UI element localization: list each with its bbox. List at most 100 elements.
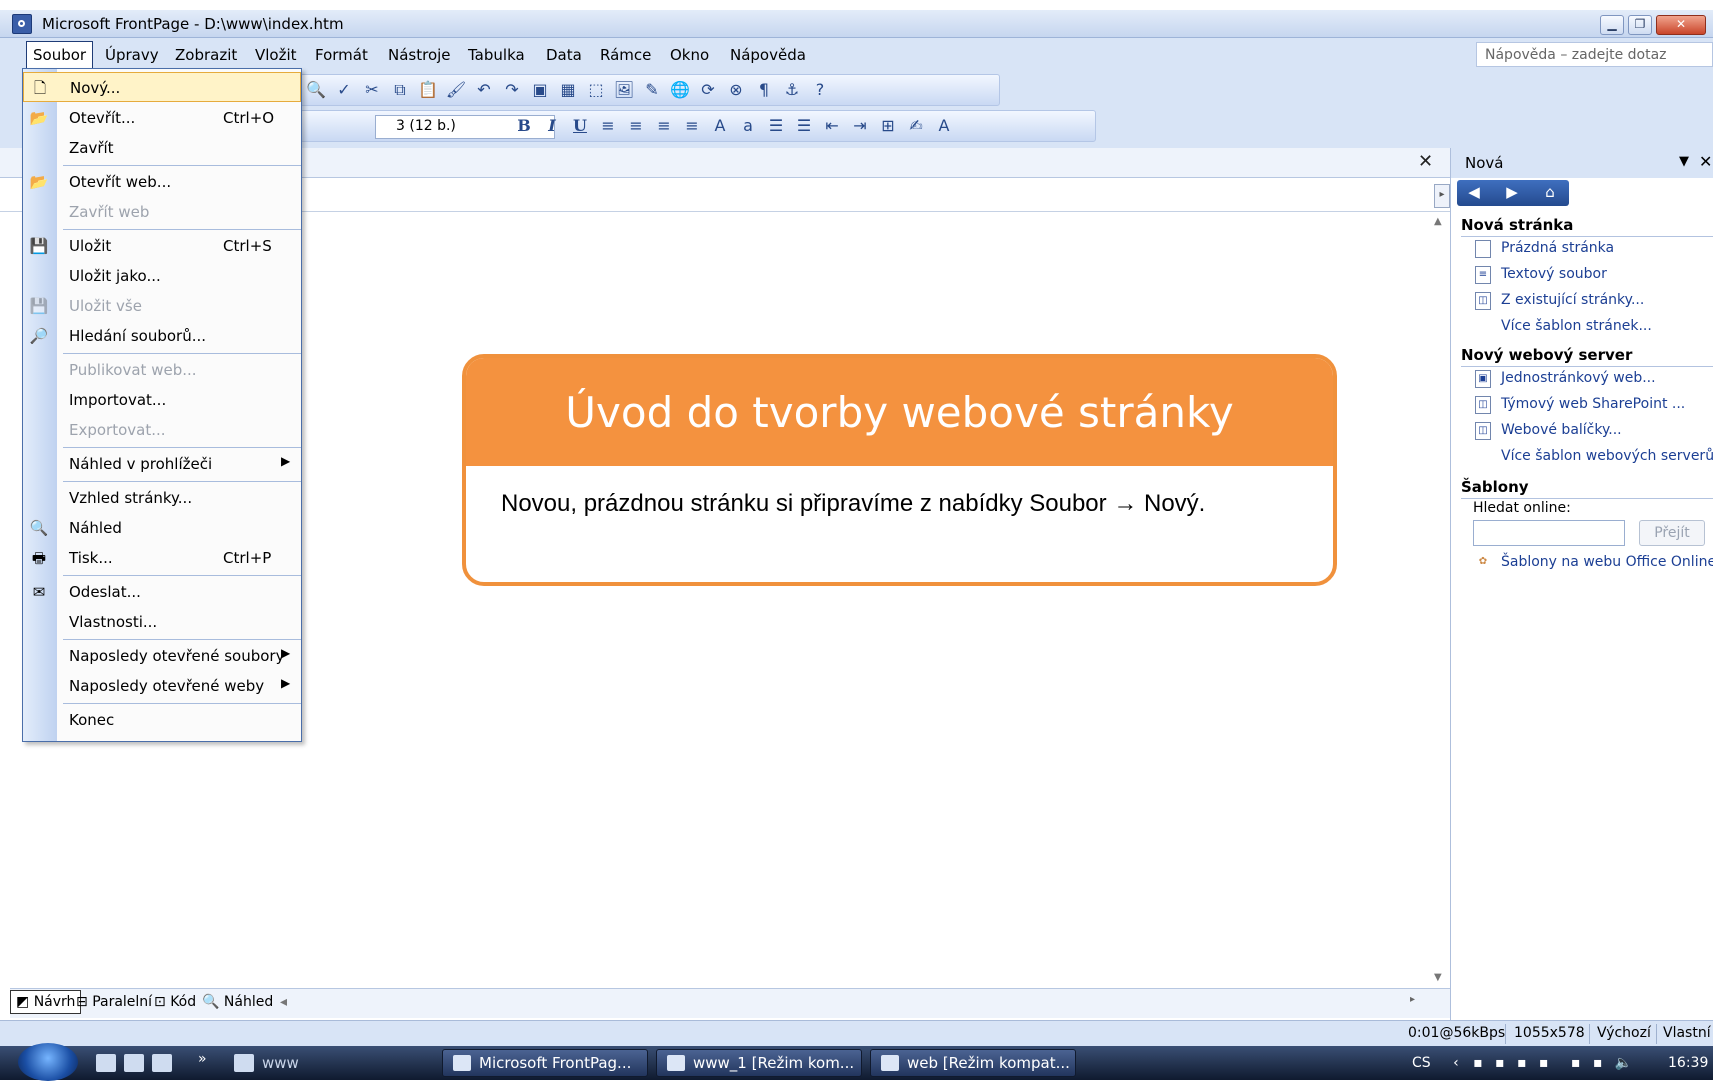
tray-app-icon[interactable]: ▪ bbox=[1473, 1055, 1483, 1071]
menu-napoveda[interactable]: Nápověda bbox=[730, 46, 806, 64]
cut-icon[interactable]: ✂ bbox=[361, 80, 383, 100]
menu-item-save-as[interactable]: Uložit jako... bbox=[23, 261, 301, 291]
align-center-icon[interactable]: ≡ bbox=[625, 116, 647, 135]
link-more-web-templates[interactable]: Více šablon webových serverů... bbox=[1501, 448, 1713, 464]
menu-zobrazit[interactable]: Zobrazit bbox=[175, 46, 237, 64]
tray-sync-icon[interactable]: ▪ bbox=[1571, 1055, 1581, 1071]
menu-item-recent-files[interactable]: Naposledy otevřené soubory ▶ bbox=[23, 641, 301, 671]
menu-item-save[interactable]: 💾 Uložit Ctrl+S bbox=[23, 231, 301, 261]
close-button[interactable]: ✕ bbox=[1656, 15, 1706, 35]
hscroll-left-icon[interactable]: ◂ bbox=[280, 994, 287, 1010]
close-document-icon[interactable]: ✕ bbox=[1418, 151, 1433, 172]
link-web-packages[interactable]: Webové balíčky... bbox=[1501, 422, 1622, 438]
link-existing-page[interactable]: Z existující stránky... bbox=[1501, 292, 1644, 308]
tray-display-icon[interactable]: ▪ bbox=[1517, 1055, 1527, 1071]
bullets-icon[interactable]: ☰ bbox=[793, 116, 815, 135]
numbering-icon[interactable]: ☰ bbox=[765, 116, 787, 135]
tab-preview[interactable]: 🔍 Náhled bbox=[202, 994, 273, 1010]
menu-ramce[interactable]: Rámce bbox=[600, 46, 651, 64]
highlight-icon[interactable]: ✍ bbox=[905, 116, 927, 135]
quick-label[interactable]: www bbox=[262, 1054, 299, 1072]
taskbar-web[interactable]: web [Režim kompat... bbox=[870, 1049, 1076, 1077]
search-templates-input[interactable] bbox=[1473, 520, 1625, 546]
menu-item-open-web[interactable]: 📂 Otevřít web... bbox=[23, 167, 301, 197]
copy-icon[interactable]: ⧉ bbox=[389, 80, 411, 100]
drawing-icon[interactable]: ✎ bbox=[641, 80, 663, 100]
undo-icon[interactable]: ↶ bbox=[473, 80, 495, 100]
clock[interactable]: 16:39 bbox=[1668, 1055, 1708, 1071]
stop-icon[interactable]: ⊗ bbox=[725, 80, 747, 100]
font-color-icon[interactable]: A bbox=[933, 116, 955, 135]
justify-icon[interactable]: ≡ bbox=[681, 116, 703, 135]
status-style[interactable]: Výchozí bbox=[1597, 1025, 1651, 1041]
volume-icon[interactable]: 🔈 bbox=[1615, 1055, 1632, 1071]
status-page-size[interactable]: 1055x578 bbox=[1514, 1025, 1585, 1041]
link-blank-page[interactable]: Prázdná stránka bbox=[1501, 240, 1614, 256]
align-right-icon[interactable]: ≡ bbox=[653, 116, 675, 135]
taskbar-www1[interactable]: www_1 [Režim kom... bbox=[656, 1049, 862, 1077]
forward-icon[interactable]: ▶ bbox=[1501, 183, 1523, 203]
menu-item-exit[interactable]: Konec bbox=[23, 705, 301, 735]
menu-format[interactable]: Formát bbox=[315, 46, 368, 64]
link-office-online[interactable]: Šablony na webu Office Online bbox=[1501, 554, 1713, 570]
anchor-icon[interactable]: ⚓ bbox=[781, 80, 803, 100]
menu-item-export[interactable]: Exportovat... bbox=[23, 415, 301, 445]
menu-item-new[interactable]: 🗋 Nový... bbox=[23, 72, 301, 102]
scroll-down-icon[interactable]: ▼ bbox=[1434, 972, 1442, 983]
menu-item-send[interactable]: ✉ Odeslat... bbox=[23, 577, 301, 607]
language-indicator[interactable]: CS bbox=[1412, 1055, 1431, 1071]
home-icon[interactable]: ⌂ bbox=[1539, 183, 1561, 203]
tab-design[interactable]: ◩ Návrh bbox=[10, 990, 82, 1014]
italic-button[interactable]: I bbox=[541, 116, 563, 135]
increase-font-icon[interactable]: A bbox=[709, 116, 731, 135]
ie-icon[interactable] bbox=[152, 1054, 172, 1072]
switch-windows-icon[interactable] bbox=[124, 1054, 144, 1072]
menu-soubor[interactable]: Soubor bbox=[26, 41, 94, 69]
decrease-indent-icon[interactable]: ⇤ bbox=[821, 116, 843, 135]
menu-item-publish-web[interactable]: Publikovat web... bbox=[23, 355, 301, 385]
go-button[interactable]: Přejít bbox=[1639, 520, 1705, 546]
web-component-icon[interactable]: ▣ bbox=[529, 80, 551, 100]
help-search-input[interactable]: Nápověda – zadejte dotaz bbox=[1476, 42, 1713, 67]
menu-item-page-setup[interactable]: Vzhled stránky... bbox=[23, 483, 301, 513]
align-left-icon[interactable]: ≡ bbox=[597, 116, 619, 135]
show-desktop-icon[interactable] bbox=[96, 1054, 116, 1072]
link-sharepoint[interactable]: Týmový web SharePoint ... bbox=[1501, 396, 1685, 412]
preview-icon[interactable]: 🔍 bbox=[305, 80, 327, 100]
tab-scroll-arrow-icon[interactable]: ▸ bbox=[1434, 184, 1450, 208]
menu-item-print[interactable]: 🖶 Tisk... Ctrl+P bbox=[23, 543, 301, 573]
tray-monitor-icon[interactable]: ▪ bbox=[1539, 1055, 1549, 1071]
tab-code[interactable]: ⊡ Kód bbox=[154, 994, 196, 1010]
frontpage-app-icon[interactable] bbox=[12, 14, 32, 34]
taskbar-frontpage[interactable]: Microsoft FrontPag... bbox=[442, 1049, 648, 1077]
redo-icon[interactable]: ↷ bbox=[501, 80, 523, 100]
bold-button[interactable]: B bbox=[513, 116, 535, 135]
show-formatting-icon[interactable]: ¶ bbox=[753, 80, 775, 100]
hyperlink-icon[interactable]: 🌐 bbox=[669, 80, 691, 100]
link-text-file[interactable]: Textový soubor bbox=[1501, 266, 1607, 282]
help-icon[interactable]: ? bbox=[809, 80, 831, 100]
paste-icon[interactable]: 📋 bbox=[417, 80, 439, 100]
menu-item-recent-webs[interactable]: Naposledy otevřené weby ▶ bbox=[23, 671, 301, 701]
task-pane-title[interactable]: Nová bbox=[1465, 154, 1503, 172]
menu-tabulka[interactable]: Tabulka bbox=[468, 46, 525, 64]
status-custom[interactable]: Vlastní bbox=[1663, 1025, 1711, 1041]
format-painter-icon[interactable]: 🖌 bbox=[445, 80, 467, 100]
back-icon[interactable]: ◀ bbox=[1463, 183, 1485, 203]
link-one-page-web[interactable]: Jednostránkový web... bbox=[1501, 370, 1656, 386]
menu-item-browser-preview[interactable]: Náhled v prohlížeči ▶ bbox=[23, 449, 301, 479]
menu-item-properties[interactable]: Vlastnosti... bbox=[23, 607, 301, 637]
quicklaunch-more-icon[interactable]: » bbox=[198, 1051, 207, 1067]
insert-table-icon[interactable]: ▦ bbox=[557, 80, 579, 100]
tray-network-icon[interactable]: ▪ bbox=[1495, 1055, 1505, 1071]
tab-split[interactable]: ⊟ Paralelní bbox=[76, 994, 152, 1010]
menu-okno[interactable]: Okno bbox=[670, 46, 709, 64]
restore-button[interactable]: ❐ bbox=[1628, 15, 1652, 35]
start-button[interactable] bbox=[18, 1043, 78, 1081]
hscroll-right-icon[interactable]: ▸ bbox=[1380, 992, 1450, 1012]
vertical-scrollbar[interactable]: ▲ ▼ bbox=[1430, 212, 1450, 987]
decrease-font-icon[interactable]: a bbox=[737, 116, 759, 135]
minimize-button[interactable]: ▁ bbox=[1600, 15, 1624, 35]
increase-indent-icon[interactable]: ⇥ bbox=[849, 116, 871, 135]
insert-picture-icon[interactable]: 🖼 bbox=[613, 80, 635, 100]
